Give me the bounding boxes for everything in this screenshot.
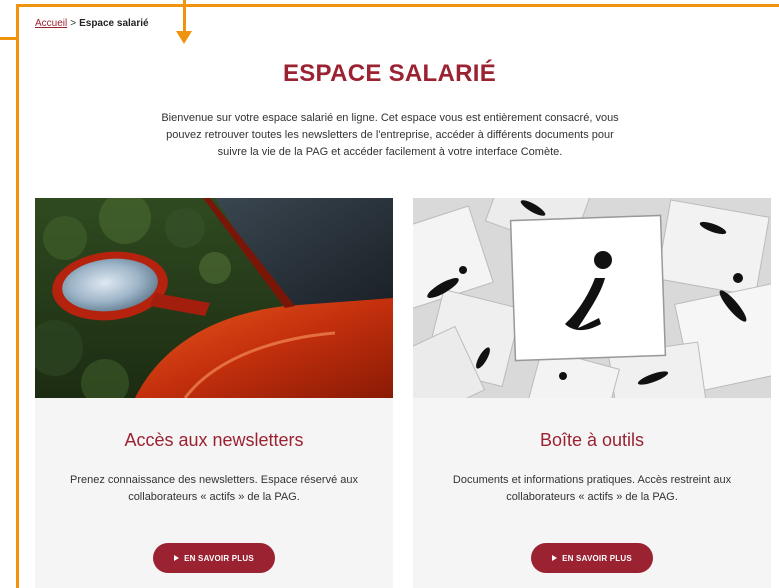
- breadcrumb: Accueil > Espace salarié: [35, 18, 149, 29]
- toolbox-learn-more-label: EN SAVOIR PLUS: [562, 553, 632, 563]
- page-title: ESPACE SALARIÉ: [282, 60, 497, 87]
- breadcrumb-current: Espace salarié: [79, 18, 149, 29]
- breadcrumb-home-link[interactable]: Accueil: [35, 18, 67, 29]
- car-mirror-image[interactable]: [35, 198, 393, 398]
- toolbox-card: Boîte à outils Documents et informations…: [413, 198, 771, 588]
- frame-left-line: [16, 4, 19, 588]
- info-cards-image[interactable]: [413, 198, 771, 398]
- play-arrow-icon: [552, 555, 558, 561]
- arrow-down-icon: [176, 31, 192, 44]
- play-arrow-icon: [174, 555, 180, 561]
- intro-text: Bienvenue sur votre espace salarié en li…: [161, 112, 619, 158]
- newsletters-card-description: Prenez connaissance des newsletters. Esp…: [70, 474, 358, 503]
- frame-stub-line: [0, 37, 18, 40]
- toolbox-learn-more-button[interactable]: EN SAVOIR PLUS: [531, 543, 653, 573]
- frame-top-line: [16, 4, 779, 7]
- info-cards-illustration: [413, 198, 771, 398]
- newsletters-card: Accès aux newsletters Prenez connaissanc…: [35, 198, 393, 588]
- toolbox-card-title[interactable]: Boîte à outils: [413, 430, 771, 451]
- toolbox-card-description: Documents et informations pratiques. Acc…: [452, 474, 732, 503]
- frame-arrow-stem: [183, 0, 186, 32]
- car-mirror-illustration: [35, 198, 393, 398]
- breadcrumb-separator: >: [70, 18, 77, 29]
- newsletters-card-title[interactable]: Accès aux newsletters: [35, 430, 393, 451]
- newsletters-learn-more-button[interactable]: EN SAVOIR PLUS: [153, 543, 275, 573]
- newsletters-learn-more-label: EN SAVOIR PLUS: [184, 553, 254, 563]
